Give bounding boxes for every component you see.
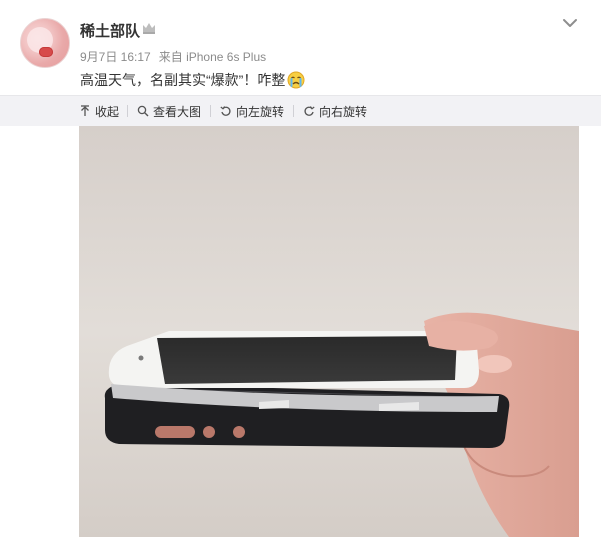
post-photo[interactable] — [79, 126, 579, 537]
rotate-left-label: 向左旋转 — [236, 104, 285, 119]
rotate-left-button[interactable]: 向左旋转 — [220, 103, 284, 119]
rotate-right-label: 向右旋转 — [319, 104, 368, 119]
avatar[interactable] — [20, 18, 70, 68]
source-device[interactable]: iPhone 6s Plus — [186, 50, 266, 64]
collapse-arrow-icon — [81, 105, 89, 116]
collapse-label: 收起 — [95, 104, 120, 119]
toolbar-divider — [293, 105, 294, 117]
view-large-button[interactable]: 查看大图 — [137, 103, 201, 119]
collapse-button[interactable]: 收起 — [79, 103, 119, 119]
post-header: 稀土部队 9月7日 16:17 来自 iPhone 6s Plus 高温天气，名副… — [0, 0, 601, 95]
post-meta: 9月7日 16:17 来自 iPhone 6s Plus — [80, 48, 266, 65]
rotate-right-button[interactable]: 向右旋转 — [303, 103, 367, 119]
post-date[interactable]: 9月7日 16:17 — [80, 50, 151, 64]
toolbar-divider — [210, 105, 211, 117]
post-text: 高温天气，名副其实“爆款”！咋整 — [80, 70, 305, 90]
chevron-down-icon[interactable] — [561, 14, 579, 32]
swollen-battery-iphone-photo — [79, 126, 579, 537]
username[interactable]: 稀土部队 — [80, 20, 140, 41]
toolbar-divider — [127, 105, 128, 117]
rotate-right-icon — [304, 106, 315, 116]
avatar-bow — [39, 47, 53, 57]
crying-face-icon — [287, 71, 305, 89]
source-prefix: 来自 — [158, 50, 183, 64]
search-icon — [137, 105, 149, 117]
image-toolbar: 收起 查看大图 向左旋转 向右旋转 — [0, 95, 601, 126]
rotate-left-icon — [220, 106, 231, 116]
crown-icon — [143, 23, 155, 34]
post-text-content: 高温天气，名副其实“爆款”！咋整 — [80, 72, 286, 88]
view-large-label: 查看大图 — [153, 104, 202, 119]
